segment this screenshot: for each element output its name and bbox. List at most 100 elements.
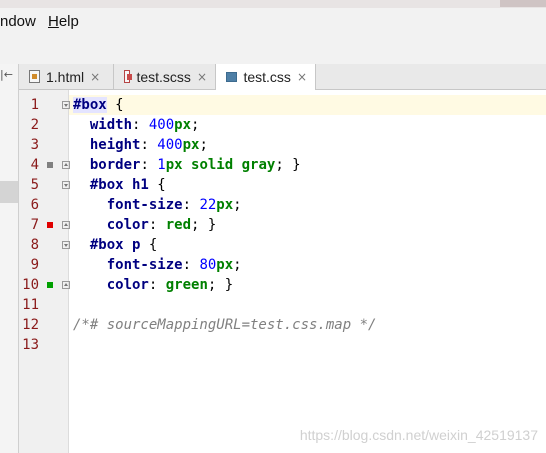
code-token: green [165,277,208,293]
code-line[interactable]: #box { [73,95,124,115]
code-line[interactable]: #box h1 { [73,175,166,195]
code-token: ; [233,257,242,273]
line-number: 12 [22,317,39,333]
code-token: ; [191,117,200,133]
tab-label: test.scss [136,68,191,85]
code-token: 80 [199,257,217,273]
collapse-panel-icon[interactable]: |← [0,68,13,81]
line-number: 3 [30,137,39,153]
project-side-panel: |← [0,64,19,453]
line-number: 7 [30,217,39,233]
code-line[interactable]: font-size: 22px; [73,195,242,215]
line-number: 2 [30,117,39,133]
code-token: px [216,257,234,273]
fold-collapse-icon[interactable] [62,181,70,189]
code-token: color [106,217,149,233]
code-token: : [182,197,200,213]
code-token: 400 [157,137,183,153]
color-preview-red-icon[interactable] [47,222,53,228]
scss-file-icon [124,70,133,83]
code-token: { [148,177,166,193]
line-number: 4 [30,157,39,173]
tab-1-html[interactable]: 1.html × [19,64,114,89]
html-file-icon [29,70,40,83]
tab-test-css[interactable]: test.css × [216,64,316,90]
tab-test-scss[interactable]: test.scss × [114,64,216,89]
fold-end-icon[interactable] [62,221,70,229]
close-tab-icon[interactable]: × [197,70,207,84]
line-number: 6 [30,197,39,213]
code-line[interactable]: /*# sourceMappingURL=test.css.map */ [73,315,376,335]
code-token: ; [233,197,242,213]
code-token: px [216,197,234,213]
code-token: 22 [199,197,217,213]
tab-label: 1.html [46,68,85,85]
menu-help-mnemonic: H [48,13,59,30]
window-control-area[interactable] [500,0,546,7]
menu-help-rest: elp [58,13,79,30]
menu-window[interactable]: ndow [0,13,36,30]
menu-help[interactable]: Help [48,13,79,30]
code-line[interactable]: border: 1px solid gray; } [73,155,301,175]
code-token: : [148,217,166,233]
ide-window: ndow Help |← 1.html × test.scss × test.c… [0,0,546,453]
code-token: px [174,117,192,133]
code-token: ; [199,137,208,153]
gutter-separator [68,90,69,453]
code-token: red [165,217,192,233]
line-number: 5 [30,177,39,193]
tab-label: test.css [243,69,291,85]
editor-tab-bar: 1.html × test.scss × test.css × [19,64,546,90]
close-tab-icon[interactable]: × [90,70,100,84]
code-token: : [148,277,166,293]
code-line[interactable]: width: 400px; [73,115,200,135]
code-token: height [89,137,141,153]
fold-collapse-icon[interactable] [62,101,70,109]
code-token: /*# sourceMappingURL=test.css.map */ [73,317,377,333]
code-line[interactable]: font-size: 80px; [73,255,242,275]
code-token: { [106,97,124,113]
color-preview-green-icon[interactable] [47,282,53,288]
line-number: 1 [30,97,39,113]
color-preview-gray-icon[interactable] [47,162,53,168]
code-token: 400 [148,117,175,133]
code-token: #box [73,97,107,113]
code-token: px solid gray [165,157,276,173]
css-file-icon [226,72,238,82]
code-token: ; } [207,277,234,293]
code-token: : [182,257,200,273]
fold-end-icon[interactable] [62,161,70,169]
fold-end-icon[interactable] [62,281,70,289]
watermark: https://blog.csdn.net/weixin_42519137 [299,427,538,443]
close-tab-icon[interactable]: × [297,70,307,84]
line-number: 10 [22,277,39,293]
selected-tree-row[interactable] [0,181,18,203]
code-token: ; } [191,217,217,233]
code-token: : [140,137,158,153]
code-token: width [89,117,133,133]
code-token: color [106,277,149,293]
line-number: 11 [22,297,39,313]
code-line[interactable]: color: green; } [73,275,233,295]
code-token: px [182,137,200,153]
line-number: 13 [22,337,39,353]
toolbar [0,36,546,65]
code-line[interactable]: height: 400px; [73,135,208,155]
line-number: 8 [30,237,39,253]
line-number: 9 [30,257,39,273]
code-token: : [140,157,158,173]
code-line[interactable]: color: red; } [73,215,217,235]
code-token: ; } [275,157,301,173]
code-editor[interactable]: 1 #box {2 width: 400px; 3 height: 400px; 4 … [19,90,546,453]
code-line[interactable]: #box p { [73,235,157,255]
fold-collapse-icon[interactable] [62,241,70,249]
